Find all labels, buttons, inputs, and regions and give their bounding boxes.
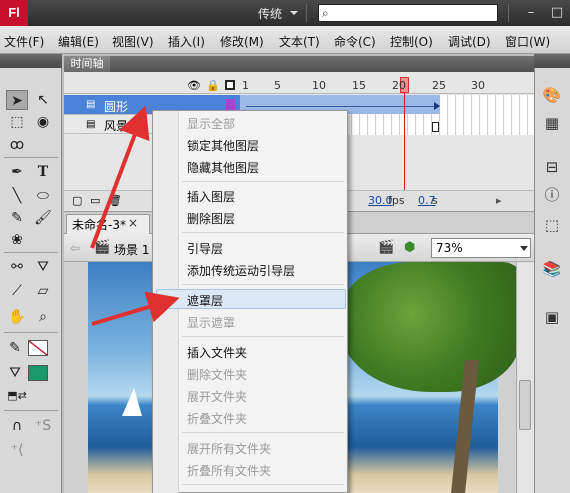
arrow-to-layer-icon [90, 105, 150, 249]
arrow-to-mask-item-icon [91, 291, 180, 326]
annotation-arrows [90, 105, 180, 326]
